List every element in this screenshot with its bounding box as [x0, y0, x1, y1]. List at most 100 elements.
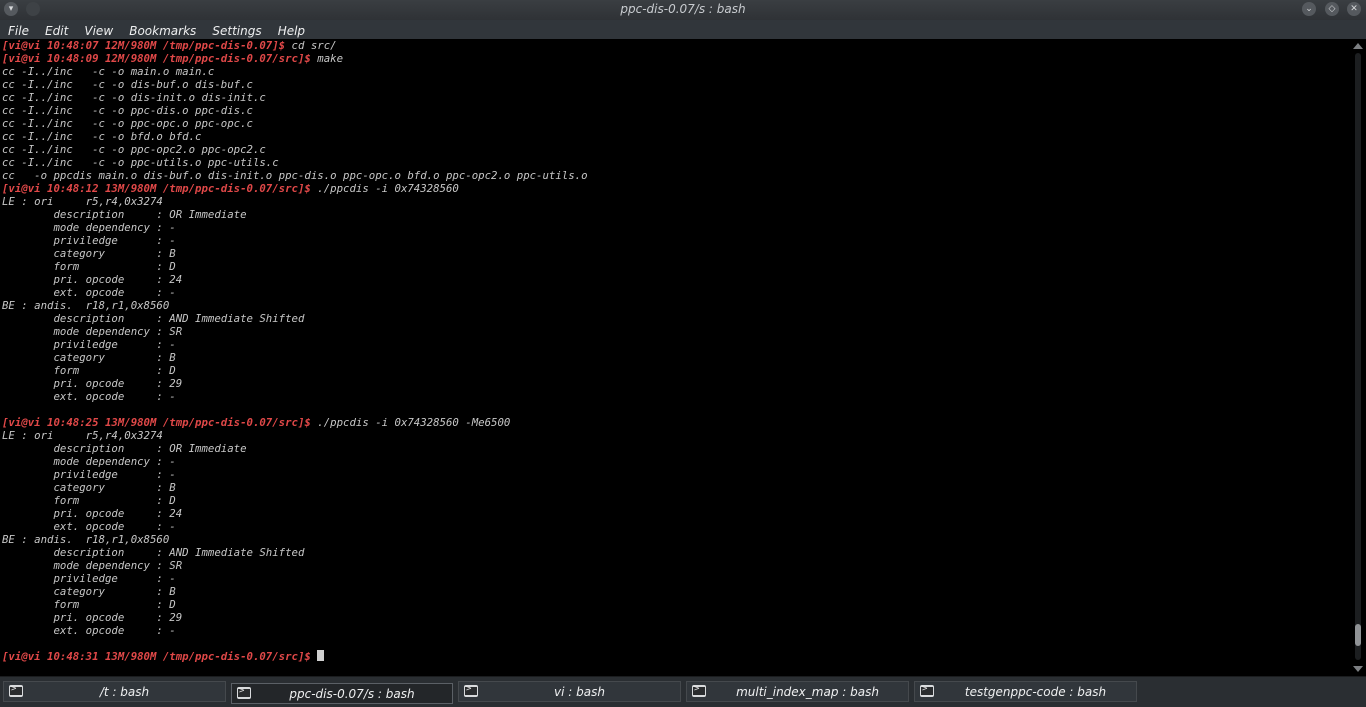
output-text: priviledge : - [2, 234, 176, 247]
menu-edit[interactable]: Edit [45, 22, 68, 40]
output-text: priviledge : - [2, 572, 176, 585]
terminal-line: priviledge : - [0, 234, 1350, 247]
tab-vi-bash[interactable]: vi : bash [458, 681, 681, 702]
text-cursor [317, 650, 325, 661]
terminal-line: category : B [0, 247, 1350, 260]
terminal-line: mode dependency : - [0, 221, 1350, 234]
menu-help[interactable]: Help [278, 22, 305, 40]
output-text: category : B [2, 585, 176, 598]
output-text: cc -I../inc -c -o ppc-opc2.o ppc-opc2.c [2, 143, 266, 156]
command-text: ./ppcdis -i 0x74328560 [310, 182, 459, 195]
output-text: category : B [2, 351, 176, 364]
close-icon[interactable]: ✕ [1347, 2, 1361, 16]
scrollbar[interactable] [1350, 39, 1366, 676]
terminal-line: description : AND Immediate Shifted [0, 312, 1350, 325]
terminal-line: form : D [0, 494, 1350, 507]
scroll-up-icon[interactable] [1353, 43, 1363, 49]
terminal-line: description : AND Immediate Shifted [0, 546, 1350, 559]
tab-label: multi_index_map : bash [736, 685, 879, 699]
shell-prompt: [vi@vi 10:48:09 12M/980M /tmp/ppc-dis-0.… [2, 52, 311, 65]
terminal-line: ext. opcode : - [0, 286, 1350, 299]
output-text: priviledge : - [2, 338, 176, 351]
terminal-line: priviledge : - [0, 338, 1350, 351]
output-text: cc -I../inc -c -o ppc-opc.o ppc-opc.c [2, 117, 253, 130]
terminal-line: category : B [0, 585, 1350, 598]
shell-prompt: [vi@vi 10:48:31 13M/980M /tmp/ppc-dis-0.… [2, 650, 311, 663]
output-text: mode dependency : SR [2, 559, 183, 572]
output-text: form : D [2, 494, 176, 507]
scroll-down-icon[interactable] [1353, 666, 1363, 672]
shell-prompt: [vi@vi 10:48:12 13M/980M /tmp/ppc-dis-0.… [2, 182, 311, 195]
output-text: BE : andis. r18,r1,0x8560 [2, 533, 170, 546]
menu-bookmarks[interactable]: Bookmarks [129, 22, 196, 40]
menu-file[interactable]: File [8, 22, 29, 40]
terminal-line: [vi@vi 10:48:07 12M/980M /tmp/ppc-dis-0.… [0, 39, 1350, 52]
output-text: mode dependency : SR [2, 325, 183, 338]
tab-bar: /t : bash ppc-dis-0.07/s : bash vi : bas… [0, 676, 1366, 707]
output-text: ext. opcode : - [2, 624, 176, 637]
terminal-line: cc -I../inc -c -o dis-buf.o dis-buf.c [0, 78, 1350, 91]
tab-multi-index-map-bash[interactable]: multi_index_map : bash [686, 681, 909, 702]
tab-t-bash[interactable]: /t : bash [3, 681, 226, 702]
terminal-line: priviledge : - [0, 468, 1350, 481]
terminal-line: BE : andis. r18,r1,0x8560 [0, 299, 1350, 312]
title-bar[interactable]: ▾ ppc-dis-0.07/s : bash ⌄ ◇ ✕ [0, 0, 1366, 20]
output-text: ext. opcode : - [2, 520, 176, 533]
terminal-line: [vi@vi 10:48:12 13M/980M /tmp/ppc-dis-0.… [0, 182, 1350, 195]
menu-view[interactable]: View [84, 22, 113, 40]
terminal-line: pri. opcode : 29 [0, 611, 1350, 624]
output-text: ext. opcode : - [2, 390, 176, 403]
terminal-line: ext. opcode : - [0, 390, 1350, 403]
scroll-track[interactable] [1355, 53, 1361, 660]
terminal-line: BE : andis. r18,r1,0x8560 [0, 533, 1350, 546]
terminal-line: cc -I../inc -c -o bfd.o bfd.c [0, 130, 1350, 143]
output-text: description : OR Immediate [2, 442, 247, 455]
terminal-icon [237, 686, 251, 699]
minimize-icon[interactable]: ⌄ [1302, 2, 1316, 16]
terminal-output[interactable]: [vi@vi 10:48:07 12M/980M /tmp/ppc-dis-0.… [0, 39, 1350, 676]
output-text: form : D [2, 364, 176, 377]
output-text: description : AND Immediate Shifted [2, 546, 305, 559]
output-text: pri. opcode : 29 [2, 611, 183, 624]
output-text: mode dependency : - [2, 221, 176, 234]
terminal-icon [9, 684, 23, 697]
terminal-line: category : B [0, 351, 1350, 364]
terminal-line: cc -I../inc -c -o main.o main.c [0, 65, 1350, 78]
tab-testgenppc-code-bash[interactable]: testgenppc-code : bash [914, 681, 1137, 702]
menu-settings[interactable]: Settings [212, 22, 261, 40]
output-text: mode dependency : - [2, 455, 176, 468]
window-title: ppc-dis-0.07/s : bash [620, 2, 746, 16]
terminal-line: pri. opcode : 24 [0, 273, 1350, 286]
terminal-line: description : OR Immediate [0, 442, 1350, 455]
output-text: priviledge : - [2, 468, 176, 481]
tab-ppc-dis-bash[interactable]: ppc-dis-0.07/s : bash [231, 683, 453, 704]
terminal-line: cc -I../inc -c -o ppc-opc.o ppc-opc.c [0, 117, 1350, 130]
terminal-line: [vi@vi 10:48:25 13M/980M /tmp/ppc-dis-0.… [0, 416, 1350, 429]
terminal-line: [vi@vi 10:48:09 12M/980M /tmp/ppc-dis-0.… [0, 52, 1350, 65]
terminal-line: form : D [0, 260, 1350, 273]
output-text: ext. opcode : - [2, 286, 176, 299]
output-text: cc -o ppcdis main.o dis-buf.o dis-init.o… [2, 169, 588, 182]
terminal-line: ext. opcode : - [0, 624, 1350, 637]
terminal-line: [vi@vi 10:48:31 13M/980M /tmp/ppc-dis-0.… [0, 650, 1350, 663]
output-text: cc -I../inc -c -o main.o main.c [2, 65, 215, 78]
terminal-line: category : B [0, 481, 1350, 494]
output-text: LE : ori r5,r4,0x3274 [2, 195, 163, 208]
output-text: cc -I../inc -c -o dis-init.o dis-init.c [2, 91, 266, 104]
output-text: form : D [2, 598, 176, 611]
konsole-window: ▾ ppc-dis-0.07/s : bash ⌄ ◇ ✕ File Edit … [0, 0, 1366, 707]
menu-bar: File Edit View Bookmarks Settings Help [0, 20, 1366, 39]
output-text: description : OR Immediate [2, 208, 247, 221]
scroll-thumb[interactable] [1355, 624, 1361, 646]
terminal-line: cc -o ppcdis main.o dis-buf.o dis-init.o… [0, 169, 1350, 182]
output-text: description : AND Immediate Shifted [2, 312, 305, 325]
terminal-line: mode dependency : SR [0, 325, 1350, 338]
command-text: ./ppcdis -i 0x74328560 -Me6500 [310, 416, 511, 429]
output-text: form : D [2, 260, 176, 273]
output-text: cc -I../inc -c -o ppc-utils.o ppc-utils.… [2, 156, 279, 169]
terminal-line: cc -I../inc -c -o ppc-dis.o ppc-dis.c [0, 104, 1350, 117]
terminal-line: form : D [0, 364, 1350, 377]
maximize-icon[interactable]: ◇ [1325, 2, 1339, 16]
terminal-icon [464, 684, 478, 697]
